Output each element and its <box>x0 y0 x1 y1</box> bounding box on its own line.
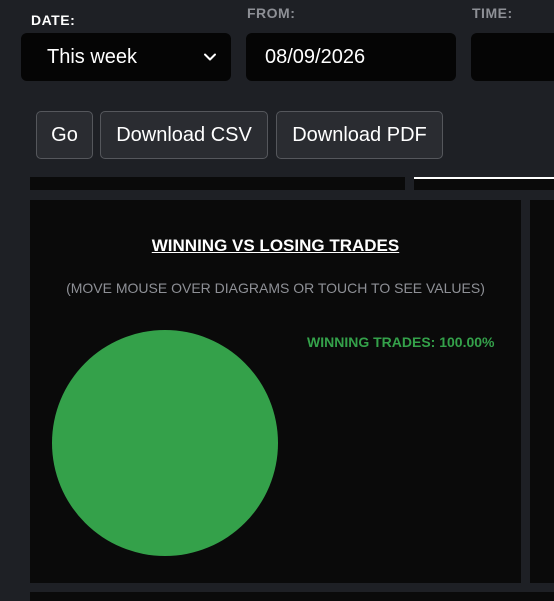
lower-panel <box>30 592 554 601</box>
date-range-value: This week <box>47 45 138 68</box>
date-label: DATE: <box>31 12 76 28</box>
legend-winning-trades: WINNING TRADES: 100.00% <box>307 334 495 350</box>
date-range-select[interactable]: This week <box>21 33 231 81</box>
pie-chart[interactable] <box>50 328 280 558</box>
card-title: WINNING VS LOSING TRADES <box>151 236 400 255</box>
from-date-input[interactable]: 08/09/2026 <box>246 33 456 81</box>
from-date-value: 08/09/2026 <box>265 45 366 68</box>
side-card <box>530 200 554 583</box>
summary-panel-left <box>30 177 405 190</box>
download-csv-button[interactable]: Download CSV <box>100 111 268 159</box>
pie-slice-winning-trades[interactable] <box>52 330 278 556</box>
winning-vs-losing-card: WINNING VS LOSING TRADES (MOVE MOUSE OVE… <box>30 200 521 583</box>
download-pdf-button[interactable]: Download PDF <box>276 111 443 159</box>
time-input[interactable] <box>471 33 554 81</box>
go-button[interactable]: Go <box>36 111 93 159</box>
panel-divider <box>414 177 554 179</box>
report-page: DATE: FROM: TIME: This week 08/09/2026 G… <box>0 0 554 601</box>
time-label: TIME: <box>472 5 513 21</box>
card-hint: (MOVE MOUSE OVER DIAGRAMS OR TOUCH TO SE… <box>66 280 485 296</box>
from-label: FROM: <box>247 5 296 21</box>
chevron-down-icon <box>204 53 216 61</box>
